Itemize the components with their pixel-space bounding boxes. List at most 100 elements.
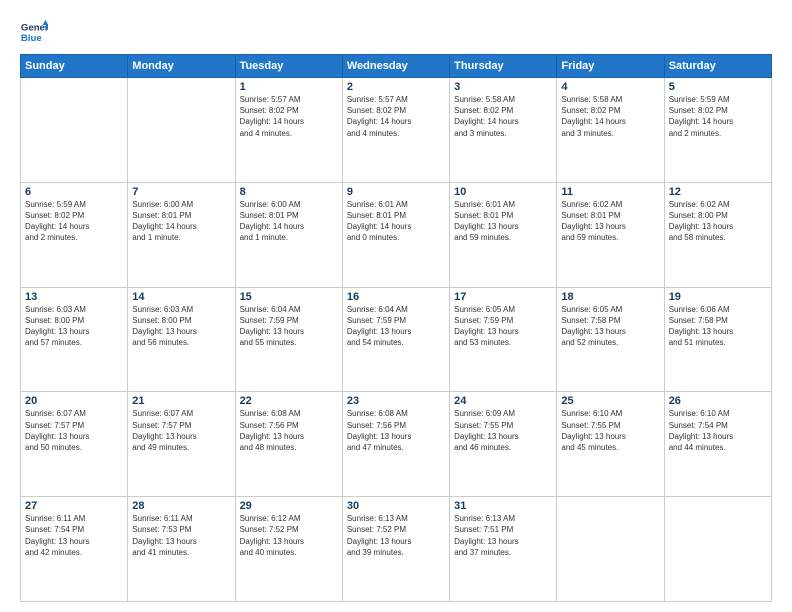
calendar-cell: 18Sunrise: 6:05 AM Sunset: 7:58 PM Dayli… xyxy=(557,287,664,392)
day-info: Sunrise: 6:04 AM Sunset: 7:59 PM Dayligh… xyxy=(347,304,445,349)
calendar-cell: 16Sunrise: 6:04 AM Sunset: 7:59 PM Dayli… xyxy=(342,287,449,392)
calendar-cell: 4Sunrise: 5:58 AM Sunset: 8:02 PM Daylig… xyxy=(557,78,664,183)
calendar-week-row: 6Sunrise: 5:59 AM Sunset: 8:02 PM Daylig… xyxy=(21,182,772,287)
calendar-cell: 23Sunrise: 6:08 AM Sunset: 7:56 PM Dayli… xyxy=(342,392,449,497)
day-info: Sunrise: 5:57 AM Sunset: 8:02 PM Dayligh… xyxy=(240,94,338,139)
calendar-cell: 7Sunrise: 6:00 AM Sunset: 8:01 PM Daylig… xyxy=(128,182,235,287)
calendar-week-row: 27Sunrise: 6:11 AM Sunset: 7:54 PM Dayli… xyxy=(21,497,772,602)
day-info: Sunrise: 5:59 AM Sunset: 8:02 PM Dayligh… xyxy=(25,199,123,244)
day-number: 13 xyxy=(25,291,123,303)
day-number: 25 xyxy=(561,395,659,407)
day-number: 28 xyxy=(132,500,230,512)
day-info: Sunrise: 5:58 AM Sunset: 8:02 PM Dayligh… xyxy=(454,94,552,139)
calendar-cell: 10Sunrise: 6:01 AM Sunset: 8:01 PM Dayli… xyxy=(450,182,557,287)
calendar-cell xyxy=(664,497,771,602)
day-number: 29 xyxy=(240,500,338,512)
calendar-cell: 26Sunrise: 6:10 AM Sunset: 7:54 PM Dayli… xyxy=(664,392,771,497)
day-number: 2 xyxy=(347,81,445,93)
day-info: Sunrise: 6:03 AM Sunset: 8:00 PM Dayligh… xyxy=(132,304,230,349)
calendar-cell: 30Sunrise: 6:13 AM Sunset: 7:52 PM Dayli… xyxy=(342,497,449,602)
calendar-cell: 22Sunrise: 6:08 AM Sunset: 7:56 PM Dayli… xyxy=(235,392,342,497)
calendar-cell: 28Sunrise: 6:11 AM Sunset: 7:53 PM Dayli… xyxy=(128,497,235,602)
day-number: 7 xyxy=(132,186,230,198)
calendar-cell: 24Sunrise: 6:09 AM Sunset: 7:55 PM Dayli… xyxy=(450,392,557,497)
calendar-cell xyxy=(557,497,664,602)
day-number: 20 xyxy=(25,395,123,407)
day-info: Sunrise: 6:05 AM Sunset: 7:59 PM Dayligh… xyxy=(454,304,552,349)
day-info: Sunrise: 5:58 AM Sunset: 8:02 PM Dayligh… xyxy=(561,94,659,139)
day-info: Sunrise: 6:01 AM Sunset: 8:01 PM Dayligh… xyxy=(454,199,552,244)
header: General Blue xyxy=(20,18,772,46)
weekday-header: Wednesday xyxy=(342,55,449,78)
weekday-header: Tuesday xyxy=(235,55,342,78)
calendar-cell: 2Sunrise: 5:57 AM Sunset: 8:02 PM Daylig… xyxy=(342,78,449,183)
day-number: 6 xyxy=(25,186,123,198)
day-info: Sunrise: 6:13 AM Sunset: 7:52 PM Dayligh… xyxy=(347,513,445,558)
calendar-cell: 31Sunrise: 6:13 AM Sunset: 7:51 PM Dayli… xyxy=(450,497,557,602)
day-info: Sunrise: 6:09 AM Sunset: 7:55 PM Dayligh… xyxy=(454,408,552,453)
day-number: 26 xyxy=(669,395,767,407)
day-info: Sunrise: 6:06 AM Sunset: 7:58 PM Dayligh… xyxy=(669,304,767,349)
day-number: 9 xyxy=(347,186,445,198)
weekday-header: Saturday xyxy=(664,55,771,78)
logo-icon: General Blue xyxy=(20,18,48,46)
day-info: Sunrise: 6:07 AM Sunset: 7:57 PM Dayligh… xyxy=(25,408,123,453)
day-number: 10 xyxy=(454,186,552,198)
day-info: Sunrise: 5:59 AM Sunset: 8:02 PM Dayligh… xyxy=(669,94,767,139)
day-number: 12 xyxy=(669,186,767,198)
day-number: 27 xyxy=(25,500,123,512)
day-info: Sunrise: 6:02 AM Sunset: 8:00 PM Dayligh… xyxy=(669,199,767,244)
logo: General Blue xyxy=(20,18,48,46)
day-number: 24 xyxy=(454,395,552,407)
day-number: 21 xyxy=(132,395,230,407)
calendar-cell: 9Sunrise: 6:01 AM Sunset: 8:01 PM Daylig… xyxy=(342,182,449,287)
day-number: 17 xyxy=(454,291,552,303)
day-number: 18 xyxy=(561,291,659,303)
calendar-cell: 21Sunrise: 6:07 AM Sunset: 7:57 PM Dayli… xyxy=(128,392,235,497)
weekday-header: Friday xyxy=(557,55,664,78)
day-info: Sunrise: 6:02 AM Sunset: 8:01 PM Dayligh… xyxy=(561,199,659,244)
day-info: Sunrise: 6:13 AM Sunset: 7:51 PM Dayligh… xyxy=(454,513,552,558)
day-info: Sunrise: 6:00 AM Sunset: 8:01 PM Dayligh… xyxy=(240,199,338,244)
day-info: Sunrise: 6:00 AM Sunset: 8:01 PM Dayligh… xyxy=(132,199,230,244)
calendar-cell: 15Sunrise: 6:04 AM Sunset: 7:59 PM Dayli… xyxy=(235,287,342,392)
calendar-cell: 27Sunrise: 6:11 AM Sunset: 7:54 PM Dayli… xyxy=(21,497,128,602)
weekday-header-row: SundayMondayTuesdayWednesdayThursdayFrid… xyxy=(21,55,772,78)
day-info: Sunrise: 6:04 AM Sunset: 7:59 PM Dayligh… xyxy=(240,304,338,349)
day-number: 15 xyxy=(240,291,338,303)
weekday-header: Thursday xyxy=(450,55,557,78)
day-info: Sunrise: 6:08 AM Sunset: 7:56 PM Dayligh… xyxy=(240,408,338,453)
calendar-cell: 5Sunrise: 5:59 AM Sunset: 8:02 PM Daylig… xyxy=(664,78,771,183)
calendar-cell: 17Sunrise: 6:05 AM Sunset: 7:59 PM Dayli… xyxy=(450,287,557,392)
page: General Blue SundayMondayTuesdayWednesda… xyxy=(0,0,792,612)
calendar-week-row: 13Sunrise: 6:03 AM Sunset: 8:00 PM Dayli… xyxy=(21,287,772,392)
day-number: 22 xyxy=(240,395,338,407)
calendar-cell: 19Sunrise: 6:06 AM Sunset: 7:58 PM Dayli… xyxy=(664,287,771,392)
calendar-cell: 1Sunrise: 5:57 AM Sunset: 8:02 PM Daylig… xyxy=(235,78,342,183)
calendar-cell: 3Sunrise: 5:58 AM Sunset: 8:02 PM Daylig… xyxy=(450,78,557,183)
day-number: 14 xyxy=(132,291,230,303)
calendar-cell: 20Sunrise: 6:07 AM Sunset: 7:57 PM Dayli… xyxy=(21,392,128,497)
day-info: Sunrise: 6:11 AM Sunset: 7:53 PM Dayligh… xyxy=(132,513,230,558)
day-number: 31 xyxy=(454,500,552,512)
day-number: 3 xyxy=(454,81,552,93)
day-info: Sunrise: 5:57 AM Sunset: 8:02 PM Dayligh… xyxy=(347,94,445,139)
day-info: Sunrise: 6:01 AM Sunset: 8:01 PM Dayligh… xyxy=(347,199,445,244)
day-info: Sunrise: 6:10 AM Sunset: 7:54 PM Dayligh… xyxy=(669,408,767,453)
day-info: Sunrise: 6:08 AM Sunset: 7:56 PM Dayligh… xyxy=(347,408,445,453)
calendar-cell xyxy=(128,78,235,183)
day-info: Sunrise: 6:05 AM Sunset: 7:58 PM Dayligh… xyxy=(561,304,659,349)
calendar-cell: 8Sunrise: 6:00 AM Sunset: 8:01 PM Daylig… xyxy=(235,182,342,287)
calendar-cell xyxy=(21,78,128,183)
day-info: Sunrise: 6:11 AM Sunset: 7:54 PM Dayligh… xyxy=(25,513,123,558)
calendar-cell: 11Sunrise: 6:02 AM Sunset: 8:01 PM Dayli… xyxy=(557,182,664,287)
svg-text:Blue: Blue xyxy=(21,33,42,44)
day-number: 23 xyxy=(347,395,445,407)
weekday-header: Monday xyxy=(128,55,235,78)
calendar-table: SundayMondayTuesdayWednesdayThursdayFrid… xyxy=(20,54,772,602)
day-info: Sunrise: 6:03 AM Sunset: 8:00 PM Dayligh… xyxy=(25,304,123,349)
calendar-week-row: 1Sunrise: 5:57 AM Sunset: 8:02 PM Daylig… xyxy=(21,78,772,183)
calendar-cell: 6Sunrise: 5:59 AM Sunset: 8:02 PM Daylig… xyxy=(21,182,128,287)
day-info: Sunrise: 6:10 AM Sunset: 7:55 PM Dayligh… xyxy=(561,408,659,453)
calendar-cell: 12Sunrise: 6:02 AM Sunset: 8:00 PM Dayli… xyxy=(664,182,771,287)
